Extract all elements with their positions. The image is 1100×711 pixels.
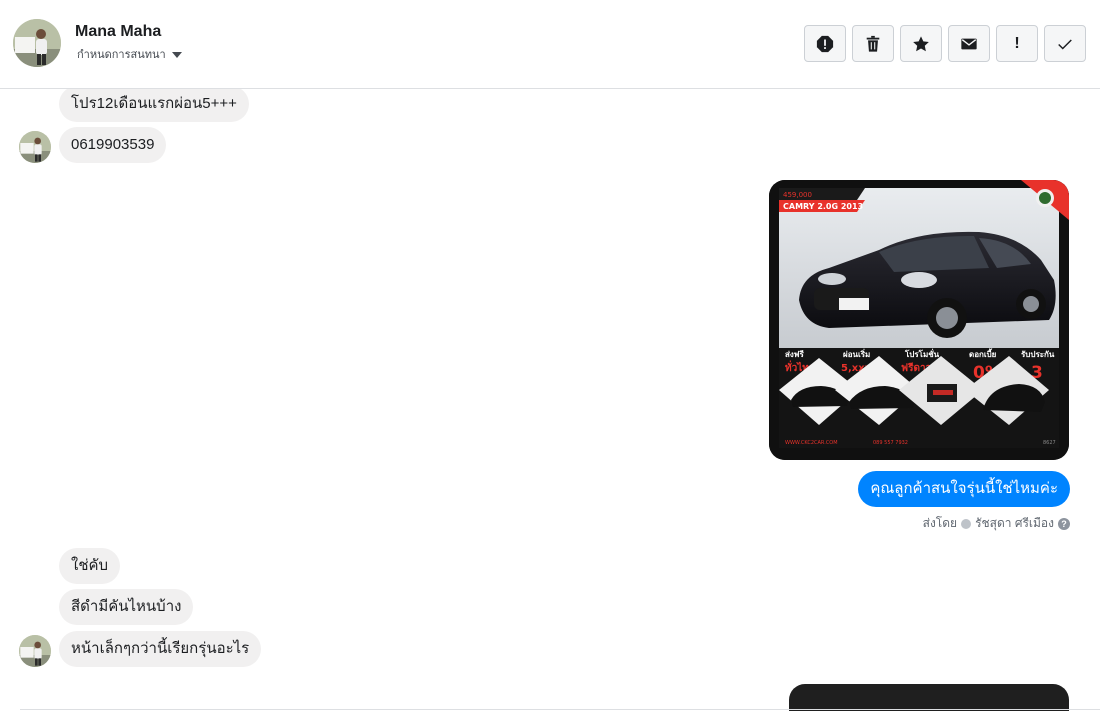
message-bubble-incoming[interactable]: 0619903539 — [59, 127, 167, 163]
conversation-toolbar: ! — [804, 25, 1086, 62]
ad-footer-phone: 089 557 7932 — [873, 440, 908, 446]
ad-code: 8627 — [1043, 440, 1056, 446]
contact-avatar[interactable] — [13, 19, 61, 67]
feature-title: ดอกเบี้ย — [969, 348, 997, 359]
conversation-header: Mana Maha กำหนดการสนทนา ! — [0, 0, 1100, 89]
ad-footer-site: WWW.CKC2CAR.COM — [785, 440, 838, 446]
conversation-label-text: กำหนดการสนทนา — [77, 49, 166, 61]
conversation-label-dropdown[interactable]: กำหนดการสนทนา — [77, 45, 182, 63]
feature-title: ส่งฟรี — [785, 349, 804, 359]
ad-price-tag: 459,000 — [783, 191, 812, 199]
ad-model-tag: CAMRY 2.0G 2013 — [783, 202, 863, 211]
exclamation-icon: ! — [1014, 34, 1020, 52]
feature-title: รับประกัน — [1021, 350, 1055, 359]
help-icon[interactable]: ? — [1058, 517, 1070, 530]
sent-by-label: ส่งโดย — [922, 516, 958, 530]
sent-by-info: ส่งโดย รัชสุดา ศรีเมือง ? — [923, 514, 1070, 533]
car-ad-image: 459,000 CAMRY 2.0G 2013 ส่งฟรี ทั่วไทย ผ… — [769, 180, 1069, 460]
contact-name[interactable]: Mana Maha — [75, 23, 161, 41]
mark-unread-button[interactable] — [948, 25, 990, 62]
message-bubble-incoming[interactable]: หน้าเล็กๆกว่านี้เรียกรุ่นอะไร — [59, 631, 262, 667]
feature-title: ผ่อนเริ่ม — [843, 348, 870, 359]
checkmark-icon — [1058, 38, 1072, 50]
delete-button[interactable] — [852, 25, 894, 62]
contact-avatar-small — [19, 131, 51, 163]
mark-done-button[interactable] — [1044, 25, 1086, 62]
mark-spam-button[interactable] — [804, 25, 846, 62]
shared-photo-car-ad[interactable]: 459,000 CAMRY 2.0G 2013 ส่งฟรี ทั่วไทย ผ… — [769, 180, 1069, 460]
message-bubble-incoming[interactable]: ใช่คับ — [59, 548, 121, 584]
feature-title: โปรโมชั่น — [904, 348, 940, 359]
contact-avatar-small — [19, 635, 51, 667]
star-icon — [913, 35, 929, 51]
message-bubble-incoming[interactable]: โปร12เดือนแรกผ่อน5+++ — [59, 89, 249, 122]
trash-icon — [866, 35, 880, 52]
composer-divider — [20, 709, 1100, 710]
message-bubble-incoming[interactable]: สีดำมีคันไหนบ้าง — [59, 589, 194, 625]
shared-photo-partial[interactable] — [789, 684, 1069, 711]
caret-down-icon — [171, 51, 182, 58]
envelope-icon — [961, 38, 977, 49]
sent-by-agent[interactable]: รัชสุดา ศรีเมือง — [975, 514, 1054, 533]
agent-status-icon — [961, 518, 972, 529]
message-bubble-outgoing[interactable]: คุณลูกค้าสนใจรุ่นนี้ใช่ไหมค่ะ — [858, 471, 1070, 507]
message-thread[interactable]: โปร12เดือนแรกผ่อน5+++ 0619903539 459,000… — [0, 89, 1100, 711]
follow-up-button[interactable]: ! — [996, 25, 1038, 62]
alert-circle-icon — [816, 35, 834, 52]
star-button[interactable] — [900, 25, 942, 62]
